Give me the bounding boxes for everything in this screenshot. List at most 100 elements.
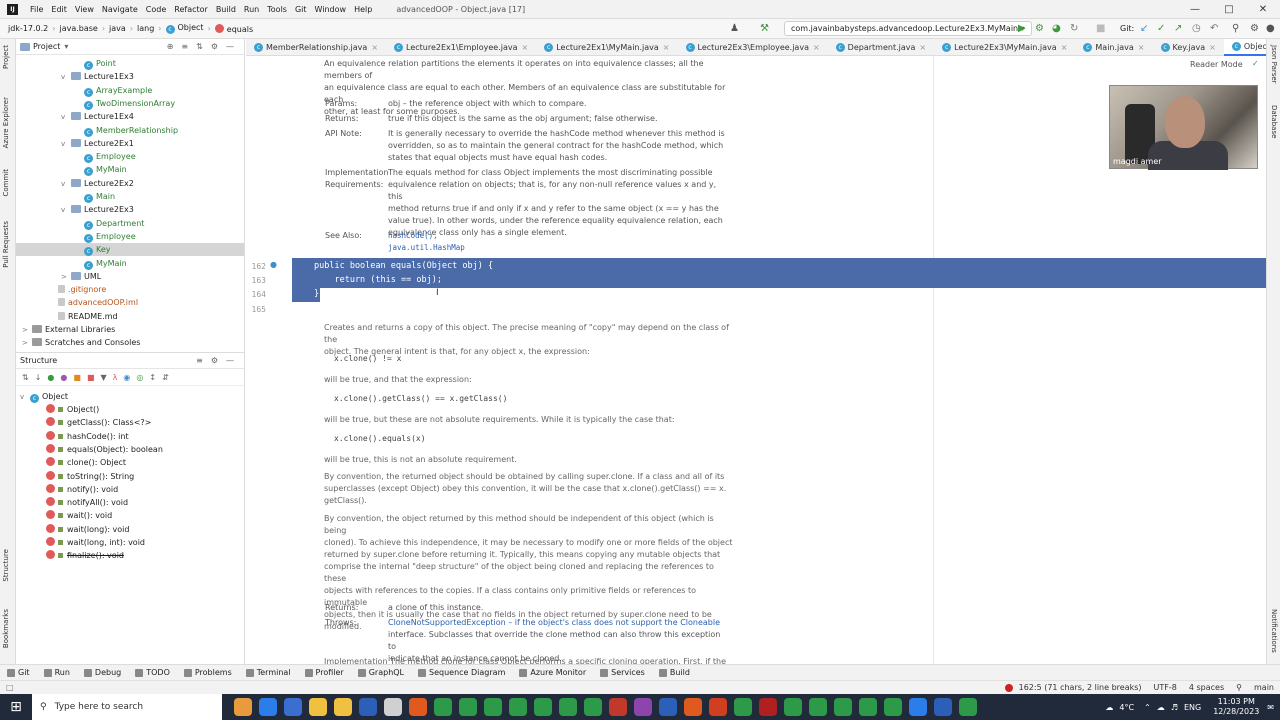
taskbar-app-icon[interactable] [708,698,727,716]
editor-tab[interactable]: c Lecture2Ex1\MyMain.java × [536,39,677,56]
autoscroll-to-source-icon[interactable]: ↕ [149,373,156,382]
editor-tab[interactable]: c Main.java × [1075,39,1152,56]
tool-window-button[interactable]: Services [593,668,652,677]
menu-tools[interactable]: Tools [263,5,291,14]
language-indicator[interactable]: ENG [1184,703,1201,712]
git-rollback-icon[interactable]: ↶ [1210,23,1218,34]
structure-member[interactable]: getClass(): Class<?> [46,416,151,429]
project-tree-item[interactable]: v Lecture2Ex1 [16,137,244,150]
tool-window-button[interactable]: Build [652,668,697,677]
taskbar-app-icon[interactable] [433,698,452,716]
weather-icon[interactable]: ☁ [1105,703,1113,712]
collapse-all-icon[interactable]: ≡ [177,42,192,51]
project-tree-item[interactable]: README.md [16,310,244,323]
menu-help[interactable]: Help [350,5,376,14]
taskbar-app-icon[interactable] [308,698,327,716]
structure-member[interactable]: notifyAll(): void [46,496,128,509]
project-tree-item[interactable]: > External Libraries [16,323,244,336]
taskbar-app-icon[interactable] [858,698,877,716]
git-branch[interactable]: main [1248,683,1280,692]
sort-visibility-icon[interactable]: ⇅ [22,373,29,382]
close-tab-icon[interactable]: × [1209,43,1216,52]
menu-run[interactable]: Run [240,5,263,14]
project-tool-tab[interactable]: Project [2,45,10,69]
notifications-icon[interactable]: ✉ [1267,703,1274,712]
tool-window-button[interactable]: Azure Monitor [512,668,593,677]
azure-explorer-tool-tab[interactable]: Azure Explorer [2,97,10,148]
editor-tab[interactable]: c MemberRelationship.java × [246,39,386,56]
tool-window-button[interactable]: Profiler [298,668,351,677]
structure-member[interactable]: notify(): void [46,483,118,496]
project-panel-title[interactable]: Project [33,42,60,51]
tool-window-button[interactable]: GraphQL [351,668,411,677]
override-marker-icon[interactable]: ● [270,260,277,269]
breadcrumb-java[interactable]: java [107,24,128,33]
autoscroll-from-source-icon[interactable]: ⇵ [162,373,169,382]
settings-gear-icon[interactable]: ⚙ [1250,23,1259,34]
menu-navigate[interactable]: Navigate [98,5,142,14]
project-tree-item[interactable]: c MyMain [16,257,244,270]
close-tab-icon[interactable]: × [663,43,670,52]
structure-member[interactable]: wait(long, int): void [46,536,145,549]
close-tab-icon[interactable]: × [919,43,926,52]
tab-options-icon[interactable]: ⋮ [1252,42,1261,52]
user-icon[interactable]: ♟ [730,23,739,34]
taskbar-app-icon[interactable] [283,698,302,716]
project-tree-item[interactable]: c Main [16,190,244,203]
expand-arrow-icon[interactable]: v [61,178,71,191]
lock-icon[interactable]: ⚲ [1230,683,1248,692]
structure-member[interactable]: wait(long): void [46,523,129,536]
build-hammer-icon[interactable]: ⚒ [760,23,769,34]
tool-window-button[interactable]: TODO [128,668,177,677]
taskbar-app-icon[interactable] [958,698,977,716]
close-tab-icon[interactable]: × [522,43,529,52]
taskbar-app-icon[interactable] [883,698,902,716]
seealso-link-hashcode[interactable]: hashCode(), [388,230,728,242]
tool-window-button[interactable]: Terminal [239,668,298,677]
run-icon[interactable]: ▶ [1018,23,1026,34]
project-tree-item[interactable]: c Employee [16,230,244,243]
windows-start-icon[interactable]: ⊞ [0,694,32,720]
git-update-icon[interactable]: ↙ [1140,23,1148,34]
breadcrumb-jdk[interactable]: jdk-17.0.2 [6,24,50,33]
git-commit-icon[interactable]: ✓ [1157,23,1165,34]
editor-tab[interactable]: c Lecture2Ex3\Employee.java × [678,39,828,56]
show-inherited-icon[interactable]: ● [47,373,54,382]
status-square-icon[interactable]: □ [0,683,20,692]
tool-window-button[interactable]: Git [0,668,37,677]
taskbar-app-icon[interactable] [333,698,352,716]
structure-member[interactable]: clone(): Object [46,456,126,469]
structure-member[interactable]: toString(): String [46,470,134,483]
volume-icon[interactable]: ♬ [1171,703,1178,712]
run-configuration-select[interactable]: com.javainbabysteps.advancedoop.Lecture2… [784,21,1032,36]
tool-window-button[interactable]: Run [37,668,77,677]
menu-edit[interactable]: Edit [47,5,71,14]
breadcrumb-object[interactable]: c Object [164,23,206,34]
expand-all-icon[interactable]: ⇅ [192,42,207,51]
editor-tab[interactable]: c Lecture2Ex3\MyMain.java × [934,39,1075,56]
project-tree-item[interactable]: v Lecture1Ex4 [16,110,244,123]
taskbar-app-icon[interactable] [733,698,752,716]
show-nonpublic-icon[interactable]: ■ [87,373,95,382]
expand-arrow-icon[interactable]: > [61,271,71,284]
project-tree-item[interactable]: c Employee [16,150,244,164]
taskbar-app-icon[interactable] [533,698,552,716]
debug-icon[interactable]: ⚙ [1035,23,1044,34]
code-line[interactable]: } [314,287,319,301]
tray-chevron-icon[interactable]: ⌃ [1144,703,1151,712]
caret-position[interactable]: 162:5 (71 chars, 2 line breaks) [1013,683,1148,692]
stop-icon[interactable]: ■ [1096,23,1105,34]
weather-temp[interactable]: 4°C [1119,703,1134,712]
code-line[interactable]: public boolean equals(Object obj) { [314,259,493,273]
taskbar-app-icon[interactable] [483,698,502,716]
breadcrumb-equals[interactable]: equals [213,23,255,34]
taskbar-app-icon[interactable] [458,698,477,716]
taskbar-app-icon[interactable] [633,698,652,716]
project-tree-item[interactable]: c Point [16,57,244,70]
project-tree-item[interactable]: > UML [16,270,244,283]
maximize-icon[interactable]: □ [1212,4,1246,15]
code-line[interactable]: return (this == obj); [314,273,441,287]
close-tab-icon[interactable]: × [1061,43,1068,52]
file-encoding[interactable]: UTF-8 [1148,683,1183,692]
taskbar-app-icon[interactable] [658,698,677,716]
